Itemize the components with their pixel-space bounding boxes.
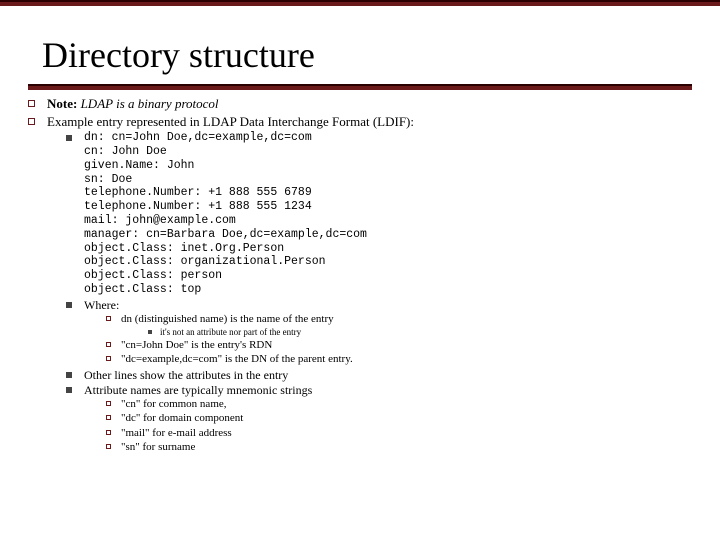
bullet-text: Attribute names are typically mnemonic s… (84, 383, 312, 397)
small-square-bullet-icon (66, 387, 72, 393)
open-square-bullet-icon (106, 444, 111, 449)
body-accent-bar (28, 84, 692, 90)
bullet-mnemonic: Attribute names are typically mnemonic s… (66, 383, 692, 397)
content-area: Note: LDAP is a binary protocol Example … (28, 96, 692, 454)
small-square-bullet-icon (66, 372, 72, 378)
bullet-text: Example entry represented in LDAP Data I… (47, 114, 414, 130)
slide-title: Directory structure (42, 34, 692, 76)
open-square-bullet-icon (106, 356, 111, 361)
bullet-parent-dn: "dc=example,dc=com" is the DN of the par… (106, 353, 692, 366)
bullet-text: Note: LDAP is a binary protocol (47, 96, 219, 112)
bullet-text: "cn=John Doe" is the entry's RDN (121, 339, 272, 352)
bullet-example: Example entry represented in LDAP Data I… (28, 114, 692, 130)
bullet-cn: "cn" for common name, (106, 398, 692, 411)
bullet-text: Other lines show the attributes in the e… (84, 368, 288, 382)
bullet-note: Note: LDAP is a binary protocol (28, 96, 692, 112)
ldif-code: dn: cn=John Doe,dc=example,dc=com cn: Jo… (84, 131, 367, 297)
small-square-bullet-icon (66, 135, 72, 141)
bullet-text: "sn" for surname (121, 441, 195, 454)
bullet-dn: dn (distinguished name) is the name of t… (106, 313, 692, 326)
bullet-dn-note: it's not an attribute nor part of the en… (148, 327, 692, 338)
code-block-row: dn: cn=John Doe,dc=example,dc=com cn: Jo… (66, 131, 692, 297)
slide-body: Directory structure Note: LDAP is a bina… (0, 6, 720, 469)
bullet-text: it's not an attribute nor part of the en… (160, 327, 301, 338)
small-square-bullet-icon (66, 302, 72, 308)
bullet-text: "dc" for domain component (121, 412, 243, 425)
open-square-bullet-icon (106, 342, 111, 347)
bullet-sn: "sn" for surname (106, 441, 692, 454)
bullet-where: Where: (66, 298, 692, 312)
open-square-bullet-icon (106, 430, 111, 435)
note-italic: LDAP is a binary protocol (81, 96, 219, 111)
bullet-text: "mail" for e-mail address (121, 427, 232, 440)
square-bullet-icon (28, 118, 35, 125)
bullet-text: dn (distinguished name) is the name of t… (121, 313, 334, 326)
open-square-bullet-icon (106, 415, 111, 420)
open-square-bullet-icon (106, 401, 111, 406)
bullet-text: "cn" for common name, (121, 398, 227, 411)
tiny-square-bullet-icon (148, 330, 152, 334)
bullet-dc: "dc" for domain component (106, 412, 692, 425)
open-square-bullet-icon (106, 316, 111, 321)
bullet-text: "dc=example,dc=com" is the DN of the par… (121, 353, 353, 366)
bullet-mail: "mail" for e-mail address (106, 427, 692, 440)
square-bullet-icon (28, 100, 35, 107)
bullet-text: Where: (84, 298, 119, 312)
note-prefix: Note: (47, 96, 77, 111)
bullet-other-lines: Other lines show the attributes in the e… (66, 368, 692, 382)
bullet-rdn: "cn=John Doe" is the entry's RDN (106, 339, 692, 352)
